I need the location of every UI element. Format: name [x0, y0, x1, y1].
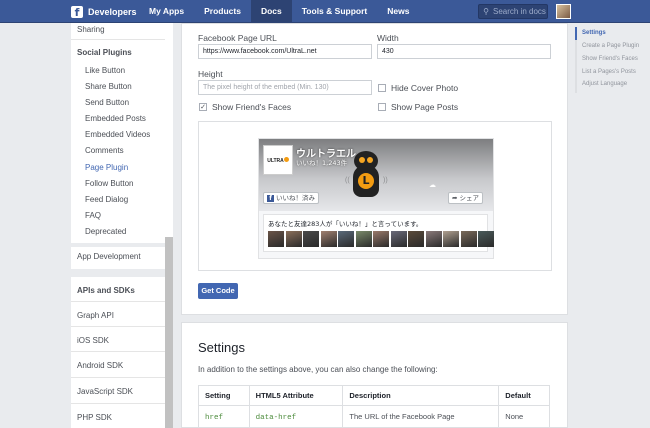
- page-profile-logo[interactable]: ULTRA: [263, 145, 293, 175]
- col-default: Default: [498, 385, 550, 406]
- page-likes-count: いいね！1,243件: [296, 159, 348, 167]
- show-faces-label: Show Friend's Faces: [212, 102, 292, 112]
- sidebar-item-feed-dialog[interactable]: Feed Dialog: [85, 195, 128, 204]
- sidebar-item-page-plugin[interactable]: Page Plugin: [85, 163, 128, 172]
- friend-avatar[interactable]: [408, 231, 424, 247]
- liked-button[interactable]: f いいね！済み: [263, 192, 319, 204]
- search-icon: ⚲: [483, 7, 489, 16]
- cover-photo: L (( )) ☁ ULTRA ウルトラエル いいね！1,243件 f いいね！…: [259, 139, 493, 211]
- sidebar-item-deprecated[interactable]: Deprecated: [85, 227, 126, 236]
- hide-cover-label: Hide Cover Photo: [391, 83, 459, 93]
- url-label: Facebook Page URL: [198, 33, 277, 43]
- friend-avatar[interactable]: [303, 231, 319, 247]
- table-header-row: Setting HTML5 Attribute Description Defa…: [198, 385, 550, 406]
- cloud-icon: ☁: [429, 182, 436, 189]
- page-url-input[interactable]: https://www.facebook.com/UltraL.net: [198, 44, 372, 59]
- sidebar-item-like-button[interactable]: Like Button: [85, 66, 125, 75]
- friend-avatar[interactable]: [443, 231, 459, 247]
- brand-title: Developers: [88, 6, 137, 17]
- width-label: Width: [377, 33, 399, 43]
- friends-like-text: あなたと友達283人が「いいね！」と言っています。: [268, 220, 423, 228]
- friend-avatar[interactable]: [478, 231, 494, 247]
- search-input[interactable]: ⚲ Search in docs: [478, 4, 548, 19]
- toc-item-list-posts[interactable]: List a Pages's Posts: [582, 69, 636, 75]
- developers-home-link[interactable]: f Developers: [71, 4, 137, 19]
- user-avatar[interactable]: [556, 4, 571, 19]
- sidebar-item-embedded-posts[interactable]: Embedded Posts: [85, 114, 146, 123]
- friend-avatar[interactable]: [320, 231, 337, 247]
- settings-table: Setting HTML5 Attribute Description Defa…: [198, 385, 550, 428]
- col-html5-attribute: HTML5 Attribute: [248, 385, 344, 406]
- facebook-logo-icon: f: [71, 5, 83, 19]
- show-posts-label: Show Page Posts: [391, 102, 459, 112]
- share-arrow-icon: ➦: [452, 194, 458, 202]
- toc-item-adjust-language[interactable]: Adjust Language: [582, 81, 627, 87]
- sidebar-scrollbar[interactable]: [165, 237, 173, 428]
- hide-cover-option[interactable]: Hide Cover Photo: [378, 83, 458, 93]
- main-nav: My Apps Products Docs Tools & Support Ne…: [139, 0, 419, 23]
- sidebar-item-share-button[interactable]: Share Button: [85, 82, 132, 91]
- setting-description: The URL of the Facebook Page: [342, 405, 500, 428]
- share-button[interactable]: ➦ シェア: [448, 192, 483, 204]
- settings-heading: Settings: [198, 340, 245, 355]
- friends-faces-box: あなたと友達283人が「いいね！」と言っています。: [263, 214, 494, 252]
- docs-sidebar: Sharing Social Plugins Like Button Share…: [71, 23, 173, 428]
- sidebar-item-javascript-sdk[interactable]: JavaScript SDK: [77, 387, 170, 396]
- sidebar-item-comments[interactable]: Comments: [85, 146, 124, 155]
- friend-faces-list: [268, 231, 496, 247]
- setting-attribute: data-href: [255, 413, 297, 422]
- setting-name: href: [205, 413, 224, 422]
- top-navigation-bar: f Developers My Apps Products Docs Tools…: [0, 0, 650, 23]
- show-posts-option[interactable]: Show Page Posts: [378, 102, 458, 112]
- nav-news[interactable]: News: [377, 0, 419, 23]
- friend-avatar[interactable]: [460, 231, 477, 247]
- page-plugin-preview: L (( )) ☁ ULTRA ウルトラエル いいね！1,243件 f いいね！…: [258, 138, 494, 259]
- width-input[interactable]: 430: [377, 44, 551, 59]
- friend-avatar[interactable]: [338, 231, 354, 247]
- sidebar-item-graph-api[interactable]: Graph API: [77, 311, 170, 320]
- get-code-button[interactable]: Get Code: [198, 283, 238, 299]
- table-row: href data-href The URL of the Facebook P…: [198, 405, 550, 428]
- show-faces-option[interactable]: ✓ Show Friend's Faces: [199, 102, 291, 112]
- search-placeholder: Search in docs: [493, 7, 546, 16]
- settings-intro: In addition to the settings above, you c…: [198, 365, 438, 374]
- facebook-small-icon: f: [267, 194, 274, 202]
- toc-item-create-plugin[interactable]: Create a Page Plugin: [582, 43, 639, 49]
- friend-avatar[interactable]: [285, 231, 302, 247]
- nav-products[interactable]: Products: [194, 0, 251, 23]
- height-label: Height: [198, 69, 223, 79]
- nav-my-apps[interactable]: My Apps: [139, 0, 194, 23]
- nav-tools-support[interactable]: Tools & Support: [292, 0, 377, 23]
- sidebar-heading-social-plugins[interactable]: Social Plugins: [77, 48, 132, 57]
- height-input[interactable]: The pixel height of the embed (Min. 130): [198, 80, 372, 95]
- sidebar-item-send-button[interactable]: Send Button: [85, 98, 129, 107]
- hide-cover-checkbox[interactable]: [378, 84, 386, 92]
- sidebar-item-embedded-videos[interactable]: Embedded Videos: [85, 130, 150, 139]
- sidebar-item-android-sdk[interactable]: Android SDK: [77, 361, 170, 370]
- show-faces-checkbox[interactable]: ✓: [199, 103, 207, 111]
- sidebar-item-sharing[interactable]: Sharing: [77, 25, 170, 34]
- col-setting: Setting: [198, 385, 250, 406]
- mascot-l-mark: L: [358, 173, 374, 189]
- sidebar-heading-apis-sdks[interactable]: APIs and SDKs: [77, 286, 135, 295]
- setting-default: None: [498, 405, 550, 428]
- friend-avatar[interactable]: [390, 231, 407, 247]
- friend-avatar[interactable]: [268, 231, 284, 247]
- toc-active-indicator: [575, 27, 577, 40]
- sidebar-item-php-sdk[interactable]: PHP SDK: [77, 413, 170, 422]
- sound-wave-icon: )): [383, 177, 388, 184]
- sound-wave-icon: ((: [345, 177, 350, 184]
- toc-item-show-faces[interactable]: Show Friend's Faces: [582, 56, 638, 62]
- sidebar-item-ios-sdk[interactable]: iOS SDK: [77, 336, 170, 345]
- sidebar-item-faq[interactable]: FAQ: [85, 211, 101, 220]
- sidebar-item-follow-button[interactable]: Follow Button: [85, 179, 133, 188]
- show-posts-checkbox[interactable]: [378, 103, 386, 111]
- sidebar-item-app-development[interactable]: App Development: [77, 252, 170, 261]
- friend-avatar[interactable]: [355, 231, 372, 247]
- friend-avatar[interactable]: [373, 231, 389, 247]
- toc-item-settings[interactable]: Settings: [582, 30, 606, 36]
- friend-avatar[interactable]: [425, 231, 442, 247]
- col-description: Description: [342, 385, 500, 406]
- nav-docs[interactable]: Docs: [250, 0, 292, 23]
